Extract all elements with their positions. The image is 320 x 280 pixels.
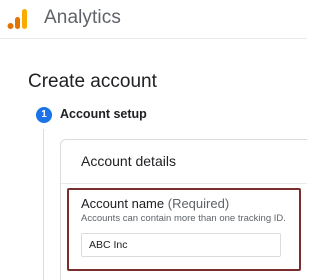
page-title: Create account [28, 71, 157, 92]
account-name-label-text: Account name [81, 196, 165, 211]
card-title: Account details [81, 153, 176, 169]
step-label-account-setup[interactable]: Account setup [60, 107, 147, 121]
account-name-field-group: Account name (Required) Accounts can con… [67, 188, 301, 271]
required-indicator: (Required) [167, 196, 230, 211]
create-account-page: Analytics Create account 1 Account setup… [0, 0, 307, 280]
top-app-bar: Analytics [0, 0, 307, 39]
card-divider [61, 183, 307, 184]
app-title: Analytics [44, 7, 121, 28]
account-details-card: Account details Account name (Required) … [60, 139, 307, 280]
account-name-label: Account name (Required) [81, 196, 229, 211]
account-name-input[interactable] [81, 233, 281, 257]
step-number-badge: 1 [36, 107, 52, 123]
account-name-help-text: Accounts can contain more than one track… [81, 213, 286, 224]
analytics-logo-icon [7, 9, 27, 29]
stepper-connector-line [43, 129, 44, 280]
